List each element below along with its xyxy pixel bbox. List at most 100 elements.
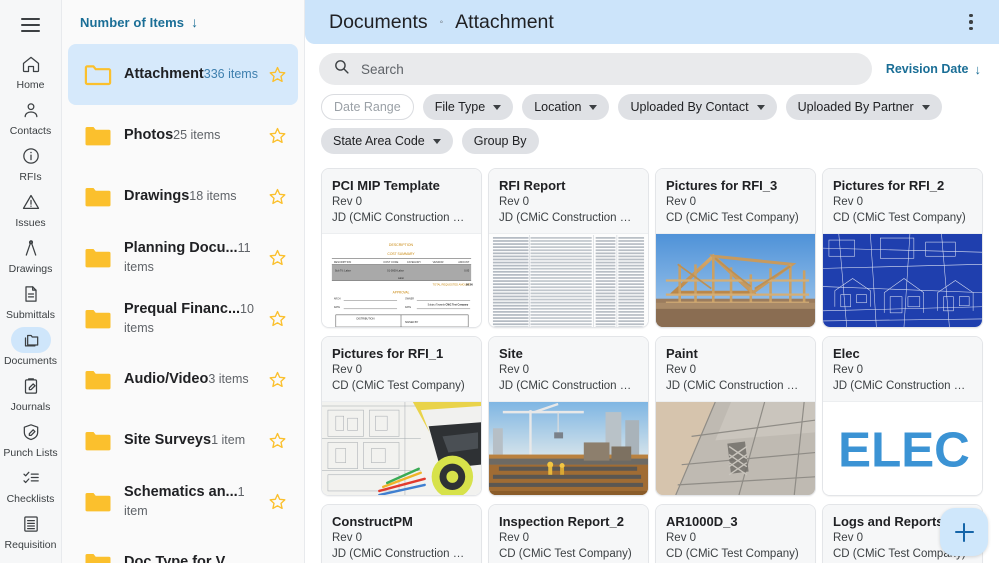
folder-outline-icon	[84, 63, 118, 87]
folder-list-item[interactable]: Photos25 items	[68, 105, 298, 166]
sidebar-item-contacts[interactable]: Contacts	[0, 94, 61, 140]
document-card[interactable]: RFI Report Rev 0 JD (CMiC Construction Co.…	[488, 168, 649, 328]
star-outline-icon[interactable]	[264, 431, 290, 450]
hamburger-icon[interactable]	[11, 8, 51, 42]
folder-sort-label: Number of Items	[80, 14, 185, 30]
search-input[interactable]: Search	[319, 53, 872, 85]
folder-text: Prequal Financ...10 items	[118, 300, 264, 337]
sidebar-item-checklists[interactable]: Checklists	[0, 462, 61, 508]
filter-chip-uploaded-by-contact[interactable]: Uploaded By Contact	[618, 94, 777, 120]
sidebar-item-journals[interactable]: Journals	[0, 370, 61, 416]
filter-chip-file-type[interactable]: File Type	[422, 94, 514, 120]
filter-chip-date-range[interactable]: Date Range	[321, 94, 414, 120]
checklist-icon	[11, 465, 51, 491]
document-thumbnail	[656, 234, 815, 327]
document-title: Paint	[666, 346, 698, 361]
document-card[interactable]: Inspection Report_2 Rev 0 CD (CMiC Test Co…	[488, 504, 649, 563]
sidebar-item-home[interactable]: Home	[0, 48, 61, 94]
sidebar-item-label: Requisition	[4, 539, 57, 551]
folder-list-item[interactable]: Prequal Financ...10 items	[68, 288, 298, 349]
folder-list-item[interactable]: Attachment336 items	[68, 44, 298, 105]
search-placeholder: Search	[361, 61, 404, 77]
svg-text:AMOUNT: AMOUNT	[458, 260, 469, 264]
breadcrumb-root[interactable]: Documents	[329, 11, 428, 34]
star-outline-icon[interactable]	[264, 309, 290, 328]
more-vertical-icon[interactable]	[955, 6, 987, 38]
document-card[interactable]: Elec Rev 0 JD (CMiC Construction Co... ELEC	[822, 336, 983, 496]
document-title: RFI Report	[499, 178, 566, 193]
filter-chip-uploaded-by-partner[interactable]: Uploaded By Partner	[785, 94, 942, 120]
star-outline-icon[interactable]	[264, 126, 290, 145]
folder-list-item[interactable]: Site Surveys1 item	[68, 410, 298, 471]
document-card[interactable]: Pictures for RFI_3 Rev 0 CD (CMiC Test Com…	[655, 168, 816, 328]
folder-list-item[interactable]: Audio/Video3 items	[68, 349, 298, 410]
sidebar-item-label: Drawings	[8, 263, 53, 275]
document-owner: JD (CMiC Construction Co...	[499, 380, 638, 392]
star-outline-icon[interactable]	[264, 248, 290, 267]
folder-icon	[84, 307, 118, 331]
star-outline-icon[interactable]	[264, 492, 290, 511]
person-icon	[11, 97, 51, 123]
sort-descending-arrow-icon: ↓	[191, 14, 199, 30]
document-thumbnail: ELEC	[823, 402, 982, 495]
svg-text:SIGNED BY: SIGNED BY	[405, 321, 419, 324]
documents-grid-scroll[interactable]: PCI MIP Template Rev 0 JD (CMiC Constructi…	[305, 160, 999, 563]
document-title: Inspection Report_2	[499, 514, 624, 529]
filter-chip-group-by[interactable]: Group By	[461, 128, 539, 154]
sidebar-item-label: RFIs	[19, 171, 42, 183]
star-outline-icon[interactable]	[264, 187, 290, 206]
folder-item-count: 1 item	[211, 433, 246, 447]
star-outline-icon[interactable]	[264, 370, 290, 389]
filter-chip-location[interactable]: Location	[522, 94, 610, 120]
document-card-header: Inspection Report_2 Rev 0 CD (CMiC Test Co…	[489, 505, 648, 563]
document-card[interactable]: ConstructPM Rev 0 JD (CMiC Construction Co…	[321, 504, 482, 563]
document-card[interactable]: Paint Rev 0 JD (CMiC Construction Co...	[655, 336, 816, 496]
document-card[interactable]: Pictures for RFI_2 Rev 0 CD (CMiC Test Com…	[822, 168, 983, 328]
document-card[interactable]: Pictures for RFI_1 Rev 0 CD (CMiC Test Com…	[321, 336, 482, 496]
sidebar-item-submittals[interactable]: Submittals	[0, 278, 61, 324]
folder-list-item[interactable]: Planning Docu...11 items	[68, 227, 298, 288]
sidebar-item-label: Journals	[10, 401, 51, 413]
filter-chip-label: State Area Code	[333, 134, 425, 148]
sidebar-item-requisition[interactable]: Requisition	[0, 508, 61, 554]
sidebar-item-label: Issues	[15, 217, 46, 229]
folder-name: Audio/Video	[124, 371, 209, 387]
filter-chip-state-area-code[interactable]: State Area Code	[321, 128, 453, 154]
document-card-header: PCI MIP Template Rev 0 JD (CMiC Constructi…	[322, 169, 481, 234]
document-card[interactable]: Site Rev 0 JD (CMiC Construction Co...	[488, 336, 649, 496]
document-revision: Rev 0	[332, 532, 363, 544]
document-owner: JD (CMiC Construction Co...	[499, 212, 638, 224]
document-revision: Rev 0	[833, 196, 864, 208]
folder-name: Attachment	[124, 66, 204, 82]
folder-icon	[84, 490, 118, 514]
sidebar-item-issues[interactable]: Issues	[0, 186, 61, 232]
folder-list-item[interactable]: Drawings18 items	[68, 166, 298, 227]
folder-list-item[interactable]: Doc Type for V	[68, 532, 298, 563]
svg-text:ELEC: ELEC	[838, 422, 970, 477]
folder-name: Doc Type for V	[124, 554, 226, 563]
sidebar-item-label: Documents	[3, 355, 58, 367]
sidebar-item-rfis[interactable]: RFIs	[0, 140, 61, 186]
svg-text:CATEGORY: CATEGORY	[407, 260, 421, 264]
folder-text: Attachment336 items	[118, 65, 264, 84]
main-panel: Documents ◦ Attachment Search Revision D…	[305, 0, 999, 563]
sidebar-item-documents[interactable]: Documents	[0, 324, 61, 370]
document-title: Elec	[833, 346, 860, 361]
document-card[interactable]: PCI MIP Template Rev 0 JD (CMiC Constructi…	[321, 168, 482, 328]
folder-list-item[interactable]: Schematics an...1 item	[68, 471, 298, 532]
add-document-fab[interactable]	[940, 508, 988, 556]
sidebar-item-punch-lists[interactable]: Punch Lists	[0, 416, 61, 462]
document-owner: JD (CMiC Construction Co...	[332, 548, 471, 560]
svg-text:TOTAL REQUESTED AMOUNT: TOTAL REQUESTED AMOUNT	[433, 283, 471, 287]
document-card[interactable]: AR1000D_3 Rev 0 CD (CMiC Test Company)	[655, 504, 816, 563]
sidebar-item-drawings[interactable]: Drawings	[0, 232, 61, 278]
home-icon	[11, 51, 51, 77]
star-outline-icon[interactable]	[264, 65, 290, 84]
revision-date-sort-button[interactable]: Revision Date ↓	[882, 62, 987, 77]
chevron-down-icon	[589, 104, 598, 110]
document-card-header: Pictures for RFI_3 Rev 0 CD (CMiC Test Com…	[656, 169, 815, 234]
folder-text: Site Surveys1 item	[118, 431, 264, 450]
document-owner: CD (CMiC Test Company)	[833, 212, 966, 224]
folder-sort-header[interactable]: Number of Items ↓	[62, 0, 304, 44]
sort-descending-arrow-icon: ↓	[974, 61, 982, 77]
